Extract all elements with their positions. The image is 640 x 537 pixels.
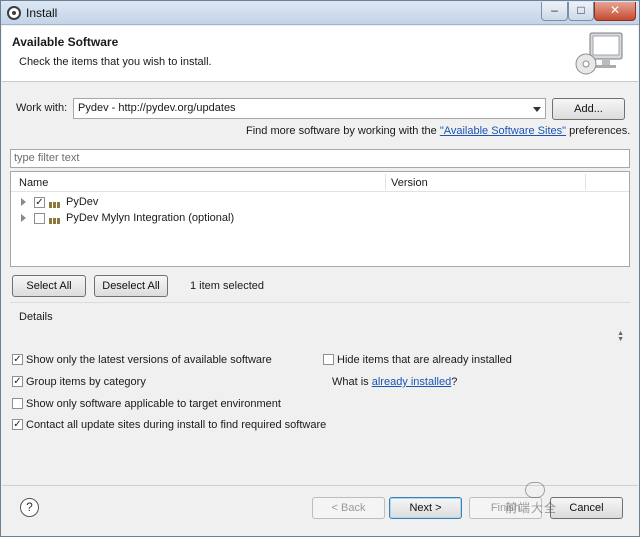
column-version[interactable]: Version bbox=[391, 177, 428, 189]
contact-sites-checkbox[interactable]: ✓ bbox=[12, 419, 23, 430]
details-scrollbar[interactable]: ▲ ▼ bbox=[617, 330, 624, 343]
tree-row-pydev[interactable]: ✓ PyDev bbox=[11, 194, 629, 211]
back-button[interactable]: < Back bbox=[312, 497, 385, 519]
more-software-text: Find more software by working with the "… bbox=[246, 125, 630, 137]
pydev-mylyn-checkbox[interactable] bbox=[34, 213, 45, 224]
feature-package-icon bbox=[49, 199, 63, 208]
tree-row-pydev-mylyn[interactable]: PyDev Mylyn Integration (optional) bbox=[11, 210, 629, 227]
hide-installed-label[interactable]: Hide items that are already installed bbox=[337, 354, 512, 366]
work-with-label: Work with: bbox=[16, 102, 68, 114]
column-divider bbox=[585, 174, 586, 190]
tree-row-label: PyDev Mylyn Integration (optional) bbox=[66, 212, 235, 224]
page-title: Available Software bbox=[12, 35, 119, 49]
page-subtitle: Check the items that you wish to install… bbox=[19, 56, 212, 68]
minimize-button[interactable]: – bbox=[541, 2, 568, 21]
what-is-prefix: What is bbox=[332, 376, 372, 388]
install-dialog: Install – □ ✕ Available Software Check t… bbox=[0, 0, 640, 537]
latest-versions-checkbox[interactable]: ✓ bbox=[12, 354, 23, 365]
already-installed-link[interactable]: already installed bbox=[372, 376, 452, 388]
group-by-category-label[interactable]: Group items by category bbox=[26, 376, 146, 388]
latest-versions-label[interactable]: Show only the latest versions of availab… bbox=[26, 354, 272, 366]
hide-installed-checkbox[interactable] bbox=[323, 354, 334, 365]
column-name[interactable]: Name bbox=[19, 177, 48, 189]
tree-header: Name Version bbox=[11, 172, 629, 192]
title-bar[interactable]: Install – □ ✕ bbox=[1, 1, 639, 25]
details-panel: Details ▲ ▼ bbox=[10, 302, 630, 346]
header-banner: Available Software Check the items that … bbox=[2, 26, 638, 82]
add-site-button[interactable]: Add... bbox=[552, 98, 625, 120]
work-with-value: Pydev - http://pydev.org/updates bbox=[78, 102, 236, 114]
deselect-all-button[interactable]: Deselect All bbox=[94, 275, 168, 297]
expand-arrow-icon[interactable] bbox=[21, 214, 26, 222]
feature-package-icon bbox=[49, 215, 63, 224]
close-button[interactable]: ✕ bbox=[594, 2, 636, 21]
help-icon[interactable]: ? bbox=[20, 498, 39, 517]
available-sites-link[interactable]: "Available Software Sites" bbox=[440, 125, 566, 137]
watermark-text: 前端大全 bbox=[505, 501, 558, 515]
select-all-button[interactable]: Select All bbox=[12, 275, 86, 297]
what-is-suffix: ? bbox=[451, 376, 458, 388]
contact-sites-label[interactable]: Contact all update sites during install … bbox=[26, 419, 326, 431]
pydev-checkbox[interactable]: ✓ bbox=[34, 197, 45, 208]
tree-row-label: PyDev bbox=[66, 196, 99, 208]
window-title: Install bbox=[26, 6, 58, 20]
target-environment-label[interactable]: Show only software applicable to target … bbox=[26, 398, 281, 410]
column-divider bbox=[385, 174, 386, 190]
software-tree[interactable]: Name Version ✓ PyDev PyDev Mylyn Integra… bbox=[10, 171, 630, 267]
chevron-down-icon[interactable] bbox=[533, 107, 541, 112]
target-environment-checkbox[interactable] bbox=[12, 398, 23, 409]
details-label: Details bbox=[19, 311, 53, 323]
filter-input[interactable]: type filter text bbox=[10, 149, 630, 168]
more-software-suffix: preferences. bbox=[566, 125, 631, 137]
work-with-combo[interactable]: Pydev - http://pydev.org/updates bbox=[73, 98, 546, 119]
watermark-logo-icon bbox=[525, 482, 545, 498]
expand-arrow-icon[interactable] bbox=[21, 198, 26, 206]
what-is-installed-text: What is already installed? bbox=[332, 376, 457, 388]
next-button[interactable]: Next > bbox=[389, 497, 462, 519]
install-monitor-icon bbox=[575, 32, 623, 75]
maximize-button[interactable]: □ bbox=[568, 2, 594, 21]
more-software-prefix: Find more software by working with the bbox=[246, 125, 440, 137]
group-by-category-checkbox[interactable]: ✓ bbox=[12, 376, 23, 387]
cancel-button[interactable]: Cancel bbox=[550, 497, 623, 519]
selection-status: 1 item selected bbox=[190, 280, 264, 292]
eclipse-icon bbox=[7, 6, 21, 20]
